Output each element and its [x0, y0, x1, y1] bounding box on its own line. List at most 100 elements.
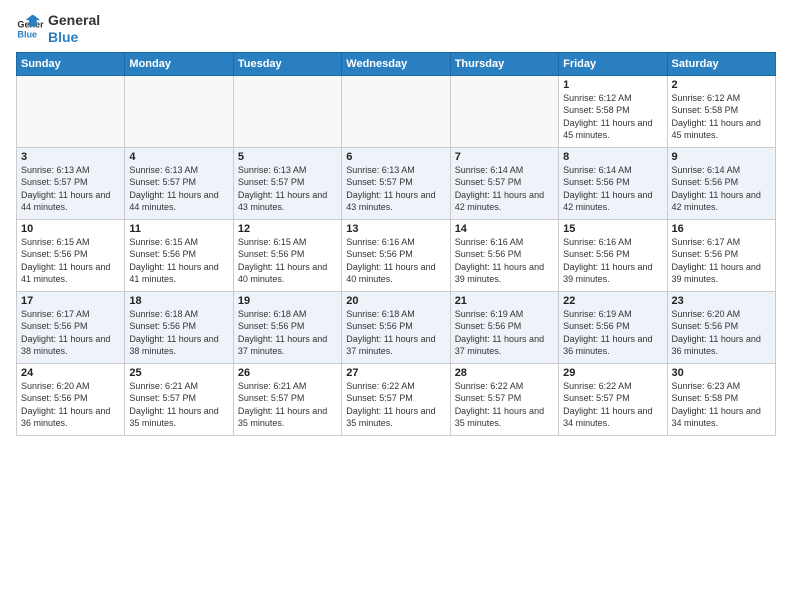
- calendar-day-8: 8Sunrise: 6:14 AMSunset: 5:56 PMDaylight…: [559, 147, 667, 219]
- day-info: Sunrise: 6:16 AMSunset: 5:56 PMDaylight:…: [455, 236, 554, 286]
- day-info: Sunrise: 6:13 AMSunset: 5:57 PMDaylight:…: [346, 164, 445, 214]
- calendar-week-1: 1 Sunrise: 6:12 AMSunset: 5:58 PMDaylight…: [17, 75, 776, 147]
- calendar-day-12: 12Sunrise: 6:15 AMSunset: 5:56 PMDayligh…: [233, 219, 341, 291]
- calendar-day-7: 7Sunrise: 6:14 AMSunset: 5:57 PMDaylight…: [450, 147, 558, 219]
- day-number: 5: [238, 151, 337, 163]
- day-number: 11: [129, 223, 228, 235]
- calendar-day-20: 20Sunrise: 6:18 AMSunset: 5:56 PMDayligh…: [342, 291, 450, 363]
- calendar-day-19: 19Sunrise: 6:18 AMSunset: 5:56 PMDayligh…: [233, 291, 341, 363]
- day-info: Sunrise: 6:14 AMSunset: 5:56 PMDaylight:…: [563, 164, 662, 214]
- calendar-week-3: 10Sunrise: 6:15 AMSunset: 5:56 PMDayligh…: [17, 219, 776, 291]
- calendar-day-5: 5Sunrise: 6:13 AMSunset: 5:57 PMDaylight…: [233, 147, 341, 219]
- calendar-day-9: 9Sunrise: 6:14 AMSunset: 5:56 PMDaylight…: [667, 147, 775, 219]
- calendar-day-2: 2Sunrise: 6:12 AMSunset: 5:58 PMDaylight…: [667, 75, 775, 147]
- day-info: Sunrise: 6:18 AMSunset: 5:56 PMDaylight:…: [129, 308, 228, 358]
- calendar-header-monday: Monday: [125, 52, 233, 75]
- calendar-day-empty: [233, 75, 341, 147]
- day-number: 20: [346, 295, 445, 307]
- day-info: Sunrise: 6:17 AMSunset: 5:56 PMDaylight:…: [672, 236, 771, 286]
- day-info: Sunrise: 6:14 AMSunset: 5:56 PMDaylight:…: [672, 164, 771, 214]
- day-info: Sunrise: 6:16 AMSunset: 5:56 PMDaylight:…: [563, 236, 662, 286]
- day-number: 13: [346, 223, 445, 235]
- calendar-header-saturday: Saturday: [667, 52, 775, 75]
- day-info: Sunrise: 6:17 AMSunset: 5:56 PMDaylight:…: [21, 308, 120, 358]
- day-number: 6: [346, 151, 445, 163]
- calendar-header-wednesday: Wednesday: [342, 52, 450, 75]
- day-number: 18: [129, 295, 228, 307]
- calendar-day-17: 17Sunrise: 6:17 AMSunset: 5:56 PMDayligh…: [17, 291, 125, 363]
- header: General Blue General Blue: [16, 12, 776, 46]
- calendar-day-29: 29Sunrise: 6:22 AMSunset: 5:57 PMDayligh…: [559, 363, 667, 435]
- calendar-day-21: 21Sunrise: 6:19 AMSunset: 5:56 PMDayligh…: [450, 291, 558, 363]
- calendar-day-4: 4Sunrise: 6:13 AMSunset: 5:57 PMDaylight…: [125, 147, 233, 219]
- calendar-week-2: 3Sunrise: 6:13 AMSunset: 5:57 PMDaylight…: [17, 147, 776, 219]
- day-number: 3: [21, 151, 120, 163]
- calendar-day-empty: [450, 75, 558, 147]
- day-info: Sunrise: 6:19 AMSunset: 5:56 PMDaylight:…: [563, 308, 662, 358]
- svg-text:Blue: Blue: [17, 29, 37, 39]
- day-number: 2: [672, 79, 771, 91]
- day-info: Sunrise: 6:22 AMSunset: 5:57 PMDaylight:…: [563, 380, 662, 430]
- day-info: Sunrise: 6:20 AMSunset: 5:56 PMDaylight:…: [672, 308, 771, 358]
- day-number: 10: [21, 223, 120, 235]
- calendar-table: SundayMondayTuesdayWednesdayThursdayFrid…: [16, 52, 776, 436]
- day-number: 26: [238, 367, 337, 379]
- day-number: 25: [129, 367, 228, 379]
- day-number: 14: [455, 223, 554, 235]
- day-info: Sunrise: 6:21 AMSunset: 5:57 PMDaylight:…: [129, 380, 228, 430]
- day-number: 15: [563, 223, 662, 235]
- calendar-day-25: 25Sunrise: 6:21 AMSunset: 5:57 PMDayligh…: [125, 363, 233, 435]
- logo: General Blue General Blue: [16, 12, 100, 46]
- day-info: Sunrise: 6:16 AMSunset: 5:56 PMDaylight:…: [346, 236, 445, 286]
- calendar-day-14: 14Sunrise: 6:16 AMSunset: 5:56 PMDayligh…: [450, 219, 558, 291]
- day-number: 22: [563, 295, 662, 307]
- day-number: 23: [672, 295, 771, 307]
- day-info: Sunrise: 6:15 AMSunset: 5:56 PMDaylight:…: [21, 236, 120, 286]
- calendar-day-empty: [342, 75, 450, 147]
- day-number: 7: [455, 151, 554, 163]
- day-info: Sunrise: 6:20 AMSunset: 5:56 PMDaylight:…: [21, 380, 120, 430]
- calendar-header-friday: Friday: [559, 52, 667, 75]
- day-number: 28: [455, 367, 554, 379]
- day-info: Sunrise: 6:18 AMSunset: 5:56 PMDaylight:…: [346, 308, 445, 358]
- day-number: 27: [346, 367, 445, 379]
- calendar-day-empty: [17, 75, 125, 147]
- day-info: Sunrise: 6:15 AMSunset: 5:56 PMDaylight:…: [238, 236, 337, 286]
- logo-blue: Blue: [48, 29, 100, 46]
- calendar-day-22: 22Sunrise: 6:19 AMSunset: 5:56 PMDayligh…: [559, 291, 667, 363]
- logo-text: General: [48, 12, 100, 29]
- calendar-header-thursday: Thursday: [450, 52, 558, 75]
- day-number: 9: [672, 151, 771, 163]
- calendar-day-30: 30Sunrise: 6:23 AMSunset: 5:58 PMDayligh…: [667, 363, 775, 435]
- day-number: 4: [129, 151, 228, 163]
- calendar-day-1: 1Sunrise: 6:12 AMSunset: 5:58 PMDaylight…: [559, 75, 667, 147]
- day-info: Sunrise: 6:13 AMSunset: 5:57 PMDaylight:…: [21, 164, 120, 214]
- day-number: 12: [238, 223, 337, 235]
- calendar-day-27: 27Sunrise: 6:22 AMSunset: 5:57 PMDayligh…: [342, 363, 450, 435]
- calendar-header-tuesday: Tuesday: [233, 52, 341, 75]
- day-number: 1: [563, 79, 662, 91]
- day-number: 17: [21, 295, 120, 307]
- day-info: Sunrise: 6:21 AMSunset: 5:57 PMDaylight:…: [238, 380, 337, 430]
- day-number: 29: [563, 367, 662, 379]
- day-info: Sunrise: 6:23 AMSunset: 5:58 PMDaylight:…: [672, 380, 771, 430]
- day-info: Sunrise: 6:18 AMSunset: 5:56 PMDaylight:…: [238, 308, 337, 358]
- calendar-header-sunday: Sunday: [17, 52, 125, 75]
- day-info: Sunrise: 6:22 AMSunset: 5:57 PMDaylight:…: [455, 380, 554, 430]
- calendar-day-15: 15Sunrise: 6:16 AMSunset: 5:56 PMDayligh…: [559, 219, 667, 291]
- day-info: Sunrise: 6:19 AMSunset: 5:56 PMDaylight:…: [455, 308, 554, 358]
- day-info: Sunrise: 6:12 AMSunset: 5:58 PMDaylight:…: [672, 92, 771, 142]
- calendar-header-row: SundayMondayTuesdayWednesdayThursdayFrid…: [17, 52, 776, 75]
- calendar-day-24: 24Sunrise: 6:20 AMSunset: 5:56 PMDayligh…: [17, 363, 125, 435]
- day-info: Sunrise: 6:22 AMSunset: 5:57 PMDaylight:…: [346, 380, 445, 430]
- day-info: Sunrise: 6:13 AMSunset: 5:57 PMDaylight:…: [238, 164, 337, 214]
- calendar-day-23: 23Sunrise: 6:20 AMSunset: 5:56 PMDayligh…: [667, 291, 775, 363]
- day-number: 30: [672, 367, 771, 379]
- day-number: 19: [238, 295, 337, 307]
- day-number: 21: [455, 295, 554, 307]
- calendar-week-5: 24Sunrise: 6:20 AMSunset: 5:56 PMDayligh…: [17, 363, 776, 435]
- day-number: 8: [563, 151, 662, 163]
- calendar-day-11: 11Sunrise: 6:15 AMSunset: 5:56 PMDayligh…: [125, 219, 233, 291]
- day-number: 24: [21, 367, 120, 379]
- calendar-day-10: 10Sunrise: 6:15 AMSunset: 5:56 PMDayligh…: [17, 219, 125, 291]
